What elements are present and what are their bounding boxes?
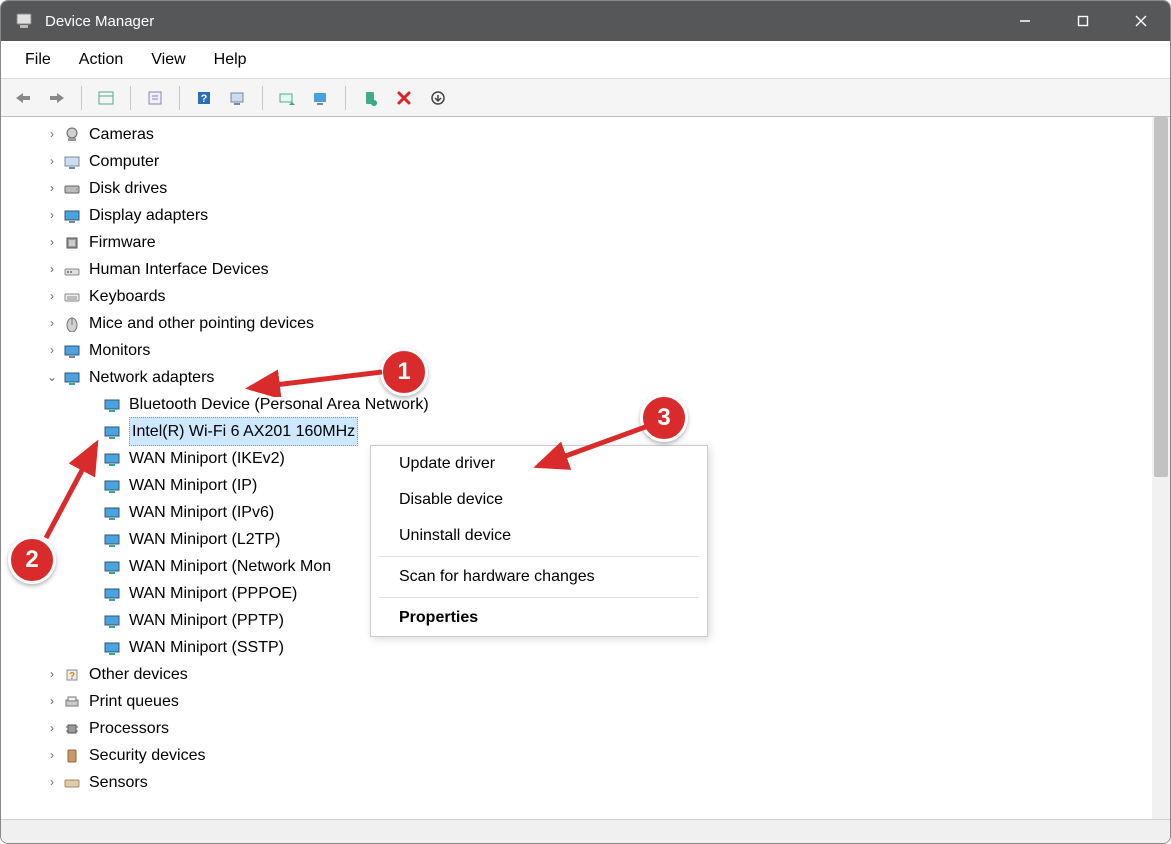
disk-icon xyxy=(61,178,83,200)
network-icon xyxy=(61,367,83,389)
back-button[interactable] xyxy=(7,84,39,112)
forward-button[interactable] xyxy=(41,84,73,112)
keyboard-icon xyxy=(61,286,83,308)
mouse-icon xyxy=(61,313,83,335)
properties-button[interactable] xyxy=(139,84,171,112)
tree-item-network[interactable]: ⌄Network adapters xyxy=(11,364,1152,391)
tree-item-keyboards[interactable]: ›Keyboards xyxy=(11,283,1152,310)
menubar: File Action View Help xyxy=(1,41,1170,79)
show-hidden-button[interactable] xyxy=(90,84,122,112)
update-driver-button[interactable] xyxy=(271,84,303,112)
tree-item-hid[interactable]: ›Human Interface Devices xyxy=(11,256,1152,283)
tree-item-display[interactable]: ›Display adapters xyxy=(11,202,1152,229)
security-icon xyxy=(61,745,83,767)
svg-text:?: ? xyxy=(201,93,208,105)
tree-item-cameras[interactable]: ›Cameras xyxy=(11,121,1152,148)
tree-item-mice[interactable]: ›Mice and other pointing devices xyxy=(11,310,1152,337)
minimize-button[interactable] xyxy=(996,1,1054,41)
ctx-disable-device[interactable]: Disable device xyxy=(371,482,707,518)
network-adapter-icon xyxy=(101,637,123,659)
menu-file[interactable]: File xyxy=(11,45,65,75)
toolbar: ? xyxy=(1,79,1170,117)
printer-icon xyxy=(61,691,83,713)
tree-item-firmware[interactable]: ›Firmware xyxy=(11,229,1152,256)
tree-item-sstp[interactable]: WAN Miniport (SSTP) xyxy=(11,634,1152,661)
tree-item-sensors[interactable]: ›Sensors xyxy=(11,769,1152,796)
network-adapter-icon xyxy=(101,394,123,416)
ctx-separator xyxy=(379,556,699,557)
app-icon xyxy=(13,10,35,32)
display-icon xyxy=(61,205,83,227)
svg-text:?: ? xyxy=(69,671,75,682)
menu-view[interactable]: View xyxy=(137,45,199,75)
install-driver-button[interactable] xyxy=(305,84,337,112)
camera-icon xyxy=(61,124,83,146)
tree-item-proc[interactable]: ›Processors xyxy=(11,715,1152,742)
help-button[interactable]: ? xyxy=(188,84,220,112)
ctx-properties[interactable]: Properties xyxy=(371,600,707,636)
maximize-button[interactable] xyxy=(1054,1,1112,41)
statusbar xyxy=(1,819,1170,843)
window-title: Device Manager xyxy=(45,13,154,30)
uninstall-button[interactable] xyxy=(388,84,420,112)
monitor-icon xyxy=(61,340,83,362)
annotation-arrow-2 xyxy=(38,436,108,546)
annotation-badge-1: 1 xyxy=(380,348,428,396)
tree-item-disks[interactable]: ›Disk drives xyxy=(11,175,1152,202)
tree-item-monitors[interactable]: ›Monitors xyxy=(11,337,1152,364)
network-adapter-icon xyxy=(101,610,123,632)
computer-icon xyxy=(61,151,83,173)
tree-item-other[interactable]: ›?Other devices xyxy=(11,661,1152,688)
titlebar[interactable]: Device Manager xyxy=(1,1,1170,41)
tree-item-computer[interactable]: ›Computer xyxy=(11,148,1152,175)
scan-button[interactable] xyxy=(222,84,254,112)
network-adapter-icon xyxy=(101,583,123,605)
menu-help[interactable]: Help xyxy=(200,45,261,75)
annotation-arrow-1 xyxy=(242,362,387,397)
scrollbar-thumb[interactable] xyxy=(1154,117,1168,477)
close-button[interactable] xyxy=(1112,1,1170,41)
tree-item-printq[interactable]: ›Print queues xyxy=(11,688,1152,715)
ctx-scan-hardware[interactable]: Scan for hardware changes xyxy=(371,559,707,595)
tree-item-security[interactable]: ›Security devices xyxy=(11,742,1152,769)
firmware-icon xyxy=(61,232,83,254)
ctx-uninstall-device[interactable]: Uninstall device xyxy=(371,518,707,554)
sensor-icon xyxy=(61,772,83,794)
annotation-arrow-3 xyxy=(530,420,655,475)
hid-icon xyxy=(61,259,83,281)
scrollbar[interactable] xyxy=(1152,117,1170,819)
tree-item-bluetooth[interactable]: Bluetooth Device (Personal Area Network) xyxy=(11,391,1152,418)
other-icon: ? xyxy=(61,664,83,686)
show-all-button[interactable] xyxy=(422,84,454,112)
chevron-down-icon: ⌄ xyxy=(43,364,61,391)
ctx-separator xyxy=(379,597,699,598)
enable-button[interactable] xyxy=(354,84,386,112)
network-adapter-icon xyxy=(101,556,123,578)
cpu-icon xyxy=(61,718,83,740)
menu-action[interactable]: Action xyxy=(65,45,137,75)
